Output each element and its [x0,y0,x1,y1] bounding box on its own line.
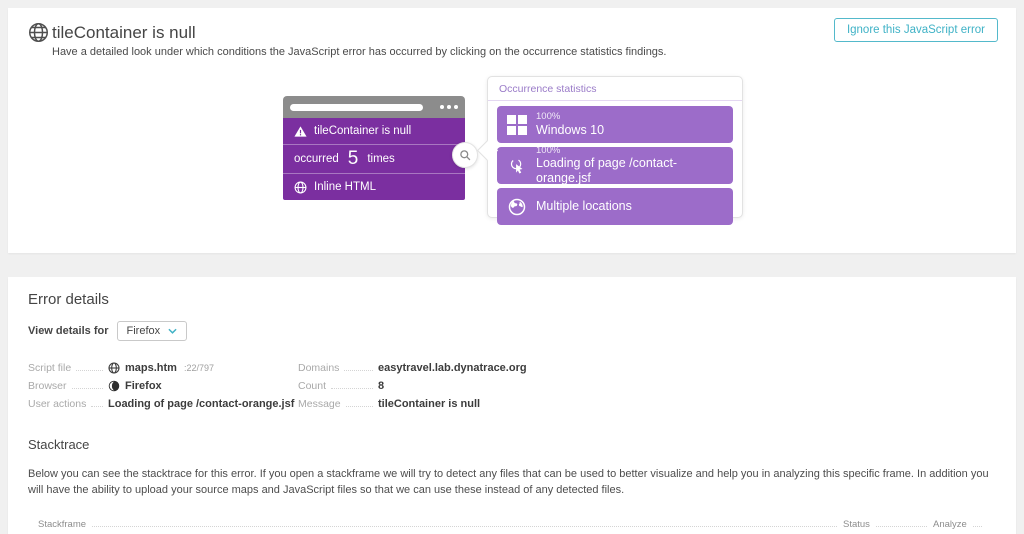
warning-icon [294,125,307,137]
error-title-row: tileContainer is null [283,118,465,144]
detail-label: Message [298,397,341,410]
detail-row-domains: Domains easytravel.lab.dynatrace.org [298,361,718,374]
occurrence-label: Multiple locations [536,199,632,213]
occurred-prefix: occurred [294,153,339,165]
error-card-title: tileContainer is null [314,125,412,137]
error-details-card: Error details View details for Firefox S… [8,277,1016,534]
detail-value: 8 [378,379,385,392]
detail-value: tileContainer is null [378,397,481,410]
column-header-analyze: Analyze [933,518,967,530]
page: tileContainer is null Have a detailed lo… [0,0,1024,534]
detail-grid: Script file maps.htm :22/797 Browser Fir… [28,361,996,410]
chevron-down-icon [168,328,177,334]
error-source-label: Inline HTML [314,181,376,193]
error-occurrence-row: occurred 5 times [283,145,465,173]
occurrence-count: 5 [347,148,359,169]
detail-value: Firefox [125,379,162,392]
stacktrace-table: Stackframe Status Analyze at insertTiles… [38,519,988,534]
occurrence-percent: 100% [536,111,561,123]
detail-value: maps.htm [125,361,177,374]
address-bar-pill [290,104,423,111]
occurrence-card-os[interactable]: 100% Windows 10 [497,106,733,143]
occurrence-card-location[interactable]: Multiple locations [497,188,733,225]
occurrence-card-user-action[interactable]: 100% Loading of page /contact-orange.jsf [497,144,733,186]
error-visualization: tileContainer is null occurred 5 times I… [8,8,1016,253]
view-details-label: View details for [28,325,109,337]
error-source-row: Inline HTML [283,174,465,200]
globe-icon [507,197,527,217]
detail-value: Loading of page /contact-orange.jsf [108,397,295,410]
error-details-heading: Error details [28,291,109,308]
column-header-status: Status [843,518,870,530]
detail-row-message: Message tileContainer is null [298,397,718,410]
occurrence-label: Loading of page /contact-orange.jsf [536,156,678,186]
browser-select-value: Firefox [126,325,161,337]
inspect-magnifier-button[interactable] [452,142,478,168]
script-line-column: :22/797 [183,362,214,373]
globe-icon [108,361,120,374]
stacktrace-table-header: Stackframe Status Analyze [38,519,988,530]
detail-label: Count [298,379,327,392]
firefox-icon [108,380,120,391]
stacktrace-description: Below you can see the stacktrace for thi… [28,468,989,496]
stacktrace-heading: Stacktrace [28,437,90,452]
javascript-error-card: tileContainer is null occurred 5 times I… [283,118,465,200]
browser-select[interactable]: Firefox [116,321,188,341]
magnifier-icon [459,149,470,160]
detail-label: Script file [28,361,72,374]
detail-row-browser: Browser Firefox [28,379,298,392]
detail-label: Browser [28,379,67,392]
view-details-row: View details for Firefox [28,321,996,341]
windows-icon [507,114,527,135]
menu-dots-icon [440,105,458,109]
error-overview-card: tileContainer is null Have a detailed lo… [8,8,1016,253]
globe-icon [294,181,307,193]
occurred-suffix: times [367,153,395,165]
detail-row-count: Count 8 [298,379,718,392]
detail-label: Domains [298,361,340,374]
occurrence-percent: 100% [536,144,561,156]
occurrence-cards: 100% Windows 10 100% Loading of page /co… [488,101,742,230]
detail-row-user-actions: User actions Loading of page /contact-or… [28,397,298,410]
detail-row-script-file: Script file maps.htm :22/797 [28,361,298,374]
user-action-icon [507,156,527,176]
detail-value: easytravel.lab.dynatrace.org [378,361,527,374]
column-header-stackframe: Stackframe [38,518,87,530]
browser-mockup-toolbar [283,96,465,118]
occurrence-statistics-title: Occurrence statistics [488,77,742,101]
detail-label: User actions [28,397,87,410]
browser-mockup: tileContainer is null occurred 5 times I… [283,96,465,200]
occurrence-label: Windows 10 [536,122,605,137]
occurrence-statistics-panel: Occurrence statistics 100% Windows 10 10… [476,76,743,225]
